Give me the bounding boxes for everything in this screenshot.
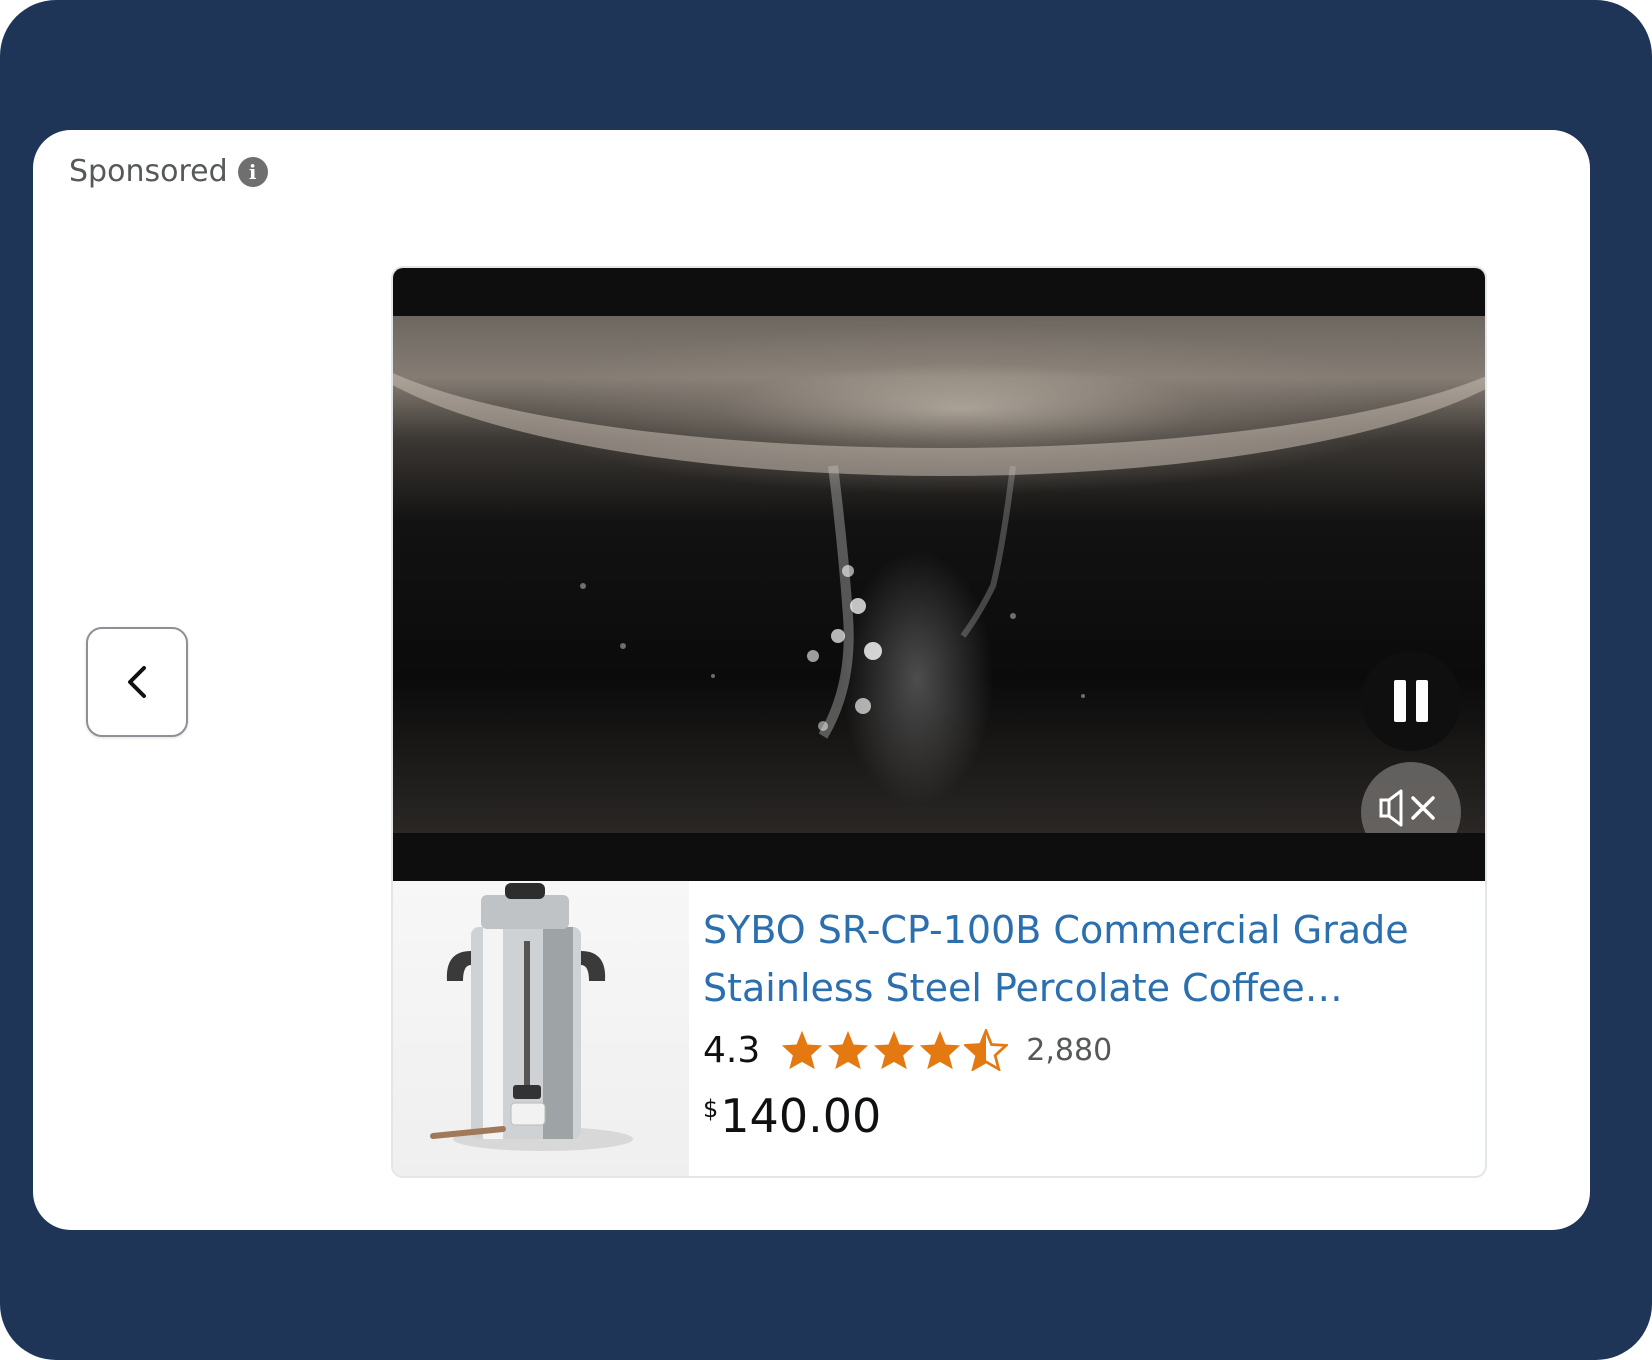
price: $ 140.00 — [703, 1089, 1465, 1143]
pause-button[interactable] — [1361, 651, 1461, 751]
coffee-urn-image — [430, 883, 633, 1151]
previous-button[interactable] — [86, 627, 188, 737]
pause-icon — [1394, 680, 1428, 722]
star-icon — [920, 1030, 961, 1070]
star-icon — [874, 1030, 915, 1070]
sponsored-header: Sponsored i — [69, 154, 268, 189]
sponsored-label: Sponsored — [69, 154, 228, 189]
product-info: SYBO SR-CP-100B Commercial Grade Stainle… — [703, 901, 1465, 1143]
info-icon[interactable]: i — [237, 156, 268, 187]
half-star-icon — [964, 1029, 1009, 1071]
outer-frame: Sponsored i SYBO SR-CP-100B Commercial G… — [0, 0, 1652, 1360]
product-row: SYBO SR-CP-100B Commercial Grade Stainle… — [393, 881, 1485, 1176]
product-title-link[interactable]: SYBO SR-CP-100B Commercial Grade Stainle… — [703, 901, 1465, 1017]
star-icon — [828, 1030, 869, 1070]
video-player[interactable] — [393, 268, 1485, 881]
sponsored-card: Sponsored i SYBO SR-CP-100B Commercial G… — [33, 130, 1590, 1230]
video-letterbox-bottom — [393, 833, 1485, 881]
product-image[interactable] — [393, 881, 689, 1176]
star-rating[interactable] — [780, 1029, 1009, 1071]
info-icon-glyph: i — [248, 159, 257, 184]
review-count[interactable]: 2,880 — [1026, 1033, 1112, 1068]
speaker-muted-icon — [1379, 789, 1435, 827]
rating-row: 4.3 2,880 — [703, 1025, 1465, 1075]
price-amount: 140.00 — [720, 1089, 882, 1143]
video-ad-unit[interactable]: SYBO SR-CP-100B Commercial Grade Stainle… — [391, 266, 1487, 1178]
star-icon — [782, 1030, 823, 1070]
rating-value: 4.3 — [703, 1029, 761, 1071]
price-currency-symbol: $ — [703, 1095, 719, 1123]
chevron-left-icon — [128, 666, 146, 698]
